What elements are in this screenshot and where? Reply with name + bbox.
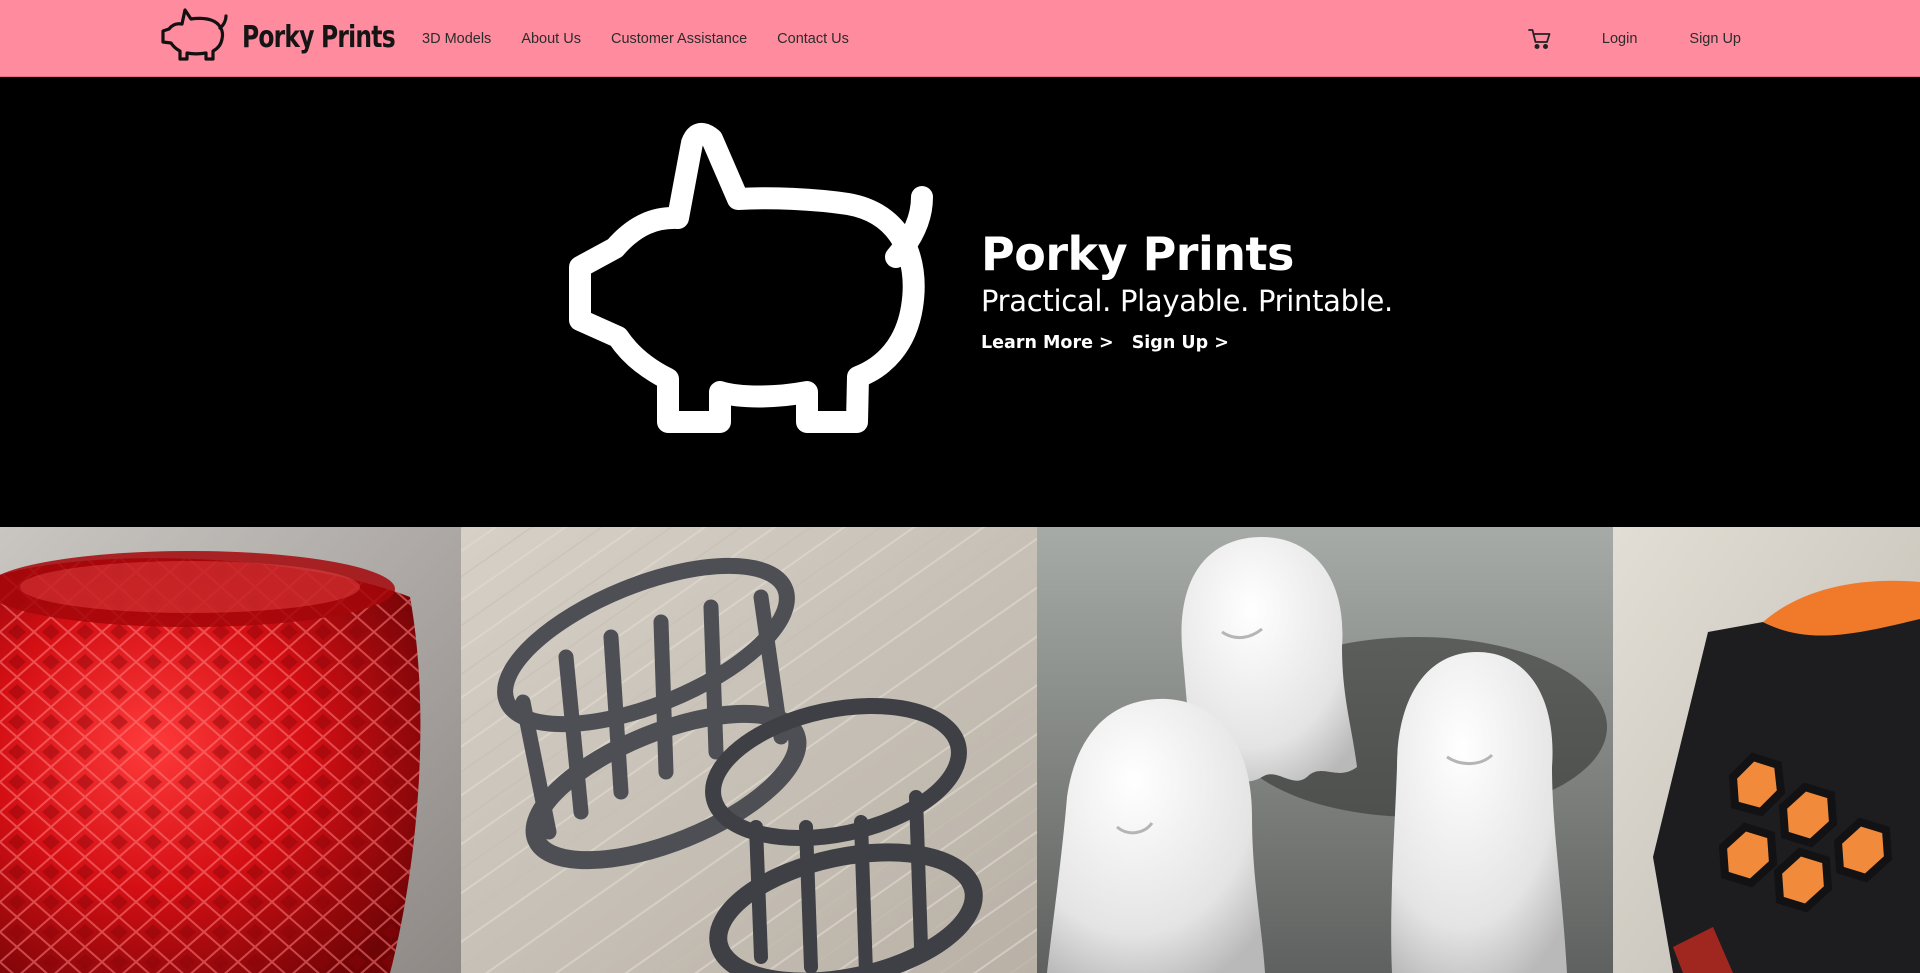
hero-sign-up-link[interactable]: Sign Up >: [1132, 333, 1229, 353]
gallery-image-red-vase[interactable]: [0, 527, 461, 973]
brand-home-link[interactable]: Porky Prints: [158, 6, 438, 68]
nav-link-contact-us[interactable]: Contact Us: [777, 31, 849, 47]
hero-cta-links: Learn More > Sign Up >: [981, 333, 1393, 353]
pig-logo-icon: [158, 4, 230, 71]
learn-more-link[interactable]: Learn More >: [981, 333, 1114, 353]
gallery-image-lattice-rings[interactable]: [461, 527, 1037, 973]
hero-title: Porky Prints: [981, 227, 1294, 281]
hero-banner: Porky Prints Practical. Playable. Printa…: [0, 77, 1920, 527]
primary-nav: 3D Models About Us Customer Assistance C…: [422, 0, 879, 77]
nav-link-about-us[interactable]: About Us: [521, 31, 581, 47]
gallery-image-ghost-figurines[interactable]: [1037, 527, 1613, 973]
login-link[interactable]: Login: [1602, 31, 1637, 47]
top-navbar: Porky Prints 3D Models About Us Customer…: [0, 0, 1920, 77]
brand-name: Porky Prints: [242, 19, 396, 55]
product-gallery: [0, 527, 1920, 973]
gallery-image-hexagon-box[interactable]: [1613, 527, 1920, 973]
hero-tagline: Practical. Playable. Printable.: [981, 284, 1393, 318]
account-nav: Login Sign Up: [1526, 0, 1741, 77]
signup-link[interactable]: Sign Up: [1689, 31, 1741, 47]
shopping-cart-icon[interactable]: [1526, 25, 1554, 53]
pig-outline-icon: [569, 122, 933, 433]
nav-link-customer-assistance[interactable]: Customer Assistance: [611, 31, 747, 47]
nav-link-3d-models[interactable]: 3D Models: [422, 31, 491, 47]
hero-text-block: Porky Prints Practical. Playable. Printa…: [981, 227, 1393, 353]
